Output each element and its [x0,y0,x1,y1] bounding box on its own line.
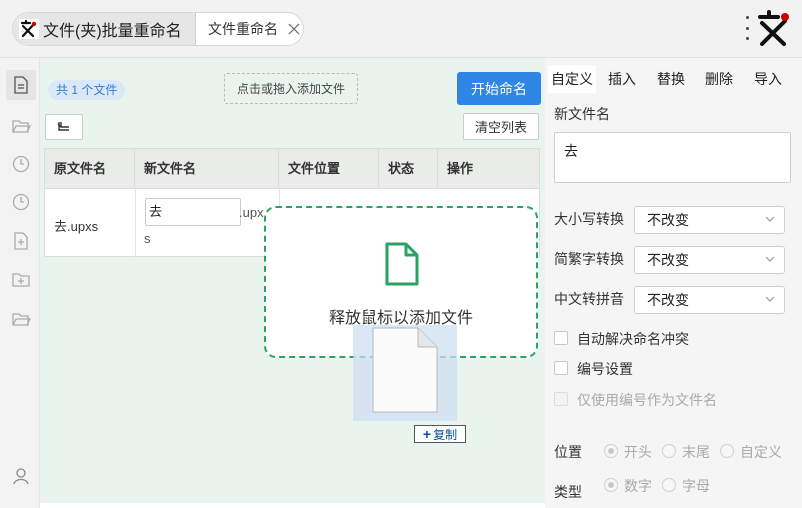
copy-label: 复制 [433,427,458,442]
copy-cursor-badge: + 复制 [414,425,466,443]
new-name-label: 新文件名 [554,106,610,122]
pinyin-convert-select[interactable]: 不改变 [634,286,785,314]
case-convert-label: 大小写转换 [554,211,624,227]
chevron-down-icon [765,216,775,222]
number-only-checkbox[interactable] [554,392,568,406]
rename-options-panel: 自定义 插入 替换 删除 导入 新文件名 去 大小写转换 不改变 简繁字转换 不… [545,58,802,508]
undo-icon [57,122,69,131]
trad-convert-label: 简繁字转换 [554,251,624,267]
col-original-name[interactable]: 原文件名 [45,149,135,189]
tab-file-rename[interactable]: 文件重命名 [195,13,303,45]
number-settings-label: 编号设置 [577,361,633,377]
chevron-down-icon [765,256,775,262]
history-icon[interactable] [11,192,31,212]
close-icon[interactable] [288,23,300,35]
type-label: 类型 [554,484,582,500]
number-only-label: 仅使用编号作为文件名 [577,392,717,408]
position-end-radio[interactable] [662,444,676,458]
original-filename: 去.upxs [54,219,99,234]
brand-logo-icon [758,10,789,46]
new-name-field[interactable]: 去 [554,132,791,183]
user-icon[interactable] [11,466,31,486]
tab-batch-rename[interactable]: 文件(夹)批量重命名 [13,13,195,45]
position-start-label: 开头 [624,444,652,460]
trad-convert-value: 不改变 [647,252,689,268]
type-number-label: 数字 [624,478,652,494]
file-add-icon[interactable] [11,231,31,251]
drag-ghost [353,325,457,421]
clear-list-button[interactable]: 清空列表 [463,113,539,140]
tab-import[interactable]: 导入 [748,65,788,93]
tab-group: 文件(夹)批量重命名 文件重命名 [12,12,304,46]
chevron-down-icon [765,296,775,302]
file-extension-wrap: s [144,231,151,246]
tab-insert[interactable]: 插入 [602,65,642,93]
clock-icon[interactable] [11,154,31,174]
start-rename-button[interactable]: 开始命名 [457,72,541,105]
trad-convert-select[interactable]: 不改变 [634,246,785,274]
file-extension: .upx [239,205,264,220]
undo-button[interactable] [45,114,83,140]
new-filename-input[interactable]: 去 [145,198,241,226]
folder-add-icon[interactable] [11,270,31,290]
document-icon [385,242,419,286]
app-logo-icon [19,19,39,39]
folder-open-icon[interactable] [11,116,31,136]
more-menu-icon[interactable] [744,16,750,40]
auto-resolve-label: 自动解决命名冲突 [577,331,689,347]
col-new-name[interactable]: 新文件名 [135,149,279,189]
pinyin-convert-label: 中文转拼音 [554,291,624,307]
pinyin-convert-value: 不改变 [647,292,689,308]
add-files-button[interactable]: 点击或拖入添加文件 [224,73,358,104]
table-header: 原文件名 新文件名 文件位置 状态 操作 [45,149,539,189]
folder-icon[interactable] [11,309,31,329]
type-letter-radio[interactable] [662,478,676,492]
position-custom-radio[interactable] [720,444,734,458]
tab-batch-rename-label: 文件(夹)批量重命名 [43,23,182,40]
number-settings-checkbox[interactable] [554,361,568,375]
auto-resolve-checkbox[interactable] [554,331,568,345]
tab-custom[interactable]: 自定义 [548,65,596,93]
column-divider [135,189,136,257]
position-start-radio[interactable] [604,444,618,458]
blank-file-icon [372,327,438,413]
tab-replace[interactable]: 替换 [651,65,691,93]
tab-delete[interactable]: 删除 [699,65,739,93]
position-custom-label: 自定义 [740,444,782,460]
type-letter-label: 字母 [682,478,710,494]
side-nav [0,58,40,508]
plus-icon: + [422,426,432,442]
col-status[interactable]: 状态 [379,149,438,189]
type-number-radio[interactable] [604,478,618,492]
file-icon[interactable] [6,70,36,100]
position-end-label: 末尾 [682,444,710,460]
case-convert-select[interactable]: 不改变 [634,206,785,234]
tab-file-rename-label: 文件重命名 [208,21,278,37]
file-count-badge: 共 1 个文件 [48,80,126,100]
col-location[interactable]: 文件位置 [279,149,379,189]
col-actions[interactable]: 操作 [438,149,540,189]
case-convert-value: 不改变 [647,212,689,228]
title-bar: 文件(夹)批量重命名 文件重命名 [0,0,802,58]
position-label: 位置 [554,444,582,460]
